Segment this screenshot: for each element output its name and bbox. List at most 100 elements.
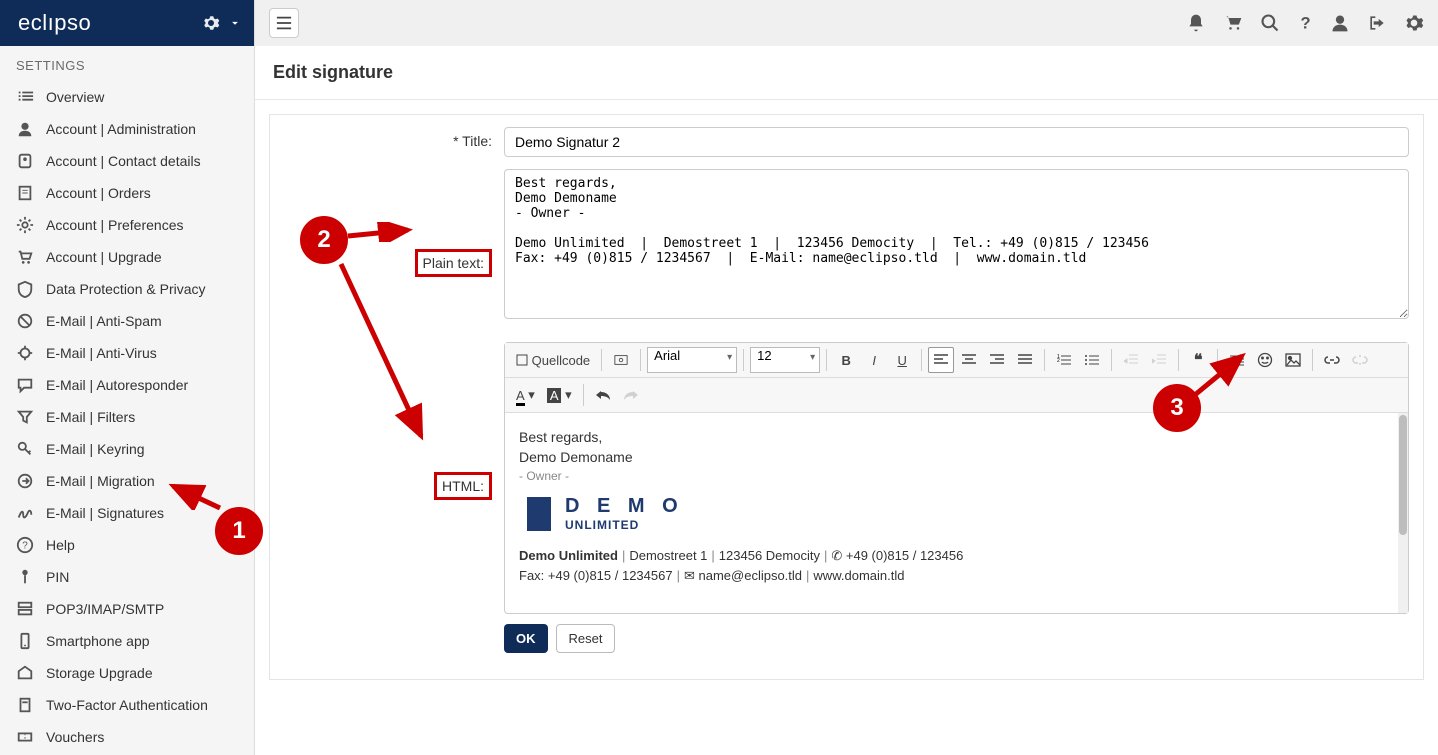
sidebar-item-7[interactable]: E-Mail | Anti-Spam	[0, 305, 254, 337]
indent-button[interactable]	[1146, 347, 1172, 373]
sidebar-item-label: Account | Contact details	[46, 153, 201, 169]
annotation-arrow-1	[165, 480, 225, 510]
search-icon[interactable]	[1260, 13, 1280, 33]
html-label: HTML:	[434, 472, 492, 500]
bg-color-button[interactable]: A ▾	[542, 382, 577, 408]
annotation-arrow-2	[346, 222, 416, 242]
sidebar-item-20[interactable]: Vouchers	[0, 721, 254, 753]
hamburger-icon	[276, 16, 292, 30]
annotation-arrow-3	[1192, 350, 1252, 400]
2fa-icon	[16, 696, 34, 714]
filter-icon	[16, 408, 34, 426]
image-button[interactable]	[1280, 347, 1306, 373]
svg-text:?: ?	[1301, 14, 1311, 32]
hamburger-button[interactable]	[269, 8, 299, 38]
sidebar-item-label: Data Protection & Privacy	[46, 281, 206, 297]
sig-logo: D E M O UNLIMITED	[527, 495, 1394, 532]
sidebar-item-15[interactable]: PIN	[0, 561, 254, 593]
cart-icon[interactable]	[1222, 13, 1244, 33]
sidebar-item-1[interactable]: Account | Administration	[0, 113, 254, 145]
align-right-button[interactable]	[984, 347, 1010, 373]
sidebar-item-18[interactable]: Storage Upgrade	[0, 657, 254, 689]
phone-icon	[16, 632, 34, 650]
sidebar-item-4[interactable]: Account | Preferences	[0, 209, 254, 241]
text-color-button[interactable]: A ▾	[511, 382, 540, 408]
plaintext-textarea[interactable]	[504, 169, 1409, 319]
sidebar-item-label: E-Mail | Anti-Virus	[46, 345, 157, 361]
logout-icon[interactable]	[1366, 13, 1388, 33]
sidebar-item-16[interactable]: POP3/IMAP/SMTP	[0, 593, 254, 625]
gear-icon[interactable]	[202, 14, 220, 32]
link-button[interactable]	[1319, 347, 1345, 373]
italic-button[interactable]: I	[861, 347, 887, 373]
virus-icon	[16, 344, 34, 362]
sidebar-item-3[interactable]: Account | Orders	[0, 177, 254, 209]
sidebar-item-label: E-Mail | Signatures	[46, 505, 164, 521]
sidebar-item-9[interactable]: E-Mail | Autoresponder	[0, 369, 254, 401]
bell-icon[interactable]	[1186, 13, 1206, 33]
gear-icon[interactable]	[1404, 13, 1424, 33]
sidebar-item-5[interactable]: Account | Upgrade	[0, 241, 254, 273]
chevron-down-icon[interactable]	[228, 16, 242, 30]
annotation-circle-3: 3	[1153, 384, 1201, 432]
orders-icon	[16, 184, 34, 202]
sidebar-item-2[interactable]: Account | Contact details	[0, 145, 254, 177]
topbar: ?	[255, 0, 1438, 46]
sig-greeting: Best regards,	[519, 429, 1394, 445]
sidebar-item-label: Help	[46, 537, 75, 553]
migrate-icon	[16, 472, 34, 490]
sidebar-item-label: PIN	[46, 569, 69, 585]
sidebar-item-17[interactable]: Smartphone app	[0, 625, 254, 657]
emoji-button[interactable]	[1252, 347, 1278, 373]
svg-text:2: 2	[1057, 358, 1060, 364]
underline-button[interactable]: U	[889, 347, 915, 373]
signature-icon	[16, 504, 34, 522]
sidebar-item-label: Overview	[46, 89, 104, 105]
bold-button[interactable]: B	[833, 347, 859, 373]
sidebar-item-8[interactable]: E-Mail | Anti-Virus	[0, 337, 254, 369]
sidebar-item-6[interactable]: Data Protection & Privacy	[0, 273, 254, 305]
sidebar-item-0[interactable]: Overview	[0, 81, 254, 113]
contact-icon	[16, 152, 34, 170]
sidebar-item-label: Account | Administration	[46, 121, 196, 137]
sidebar-item-19[interactable]: Two-Factor Authentication	[0, 689, 254, 721]
preview-button[interactable]	[608, 347, 634, 373]
sidebar-item-label: Two-Factor Authentication	[46, 697, 208, 713]
html-editor: Quellcode Arial 12 B I U	[504, 342, 1409, 614]
title-input[interactable]	[504, 127, 1409, 157]
sidebar-item-10[interactable]: E-Mail | Filters	[0, 401, 254, 433]
align-justify-button[interactable]	[1012, 347, 1038, 373]
sig-name: Demo Demoname	[519, 449, 1394, 465]
key-icon	[16, 440, 34, 458]
sidebar-item-label: Account | Preferences	[46, 217, 183, 233]
sidebar-item-11[interactable]: E-Mail | Keyring	[0, 433, 254, 465]
sidebar-item-label: Account | Upgrade	[46, 249, 162, 265]
undo-button[interactable]	[590, 382, 616, 408]
outdent-button[interactable]	[1118, 347, 1144, 373]
ok-button[interactable]: OK	[504, 624, 548, 653]
unordered-list-button[interactable]	[1079, 347, 1105, 373]
sidebar-item-label: Account | Orders	[46, 185, 151, 201]
list-icon	[16, 88, 34, 106]
user-icon[interactable]	[1330, 13, 1350, 33]
redo-button[interactable]	[618, 382, 644, 408]
sidebar-item-label: Vouchers	[46, 729, 104, 745]
align-left-button[interactable]	[928, 347, 954, 373]
font-size-select[interactable]: 12	[750, 347, 820, 373]
sidebar: eclıpso SETTINGS OverviewAccount | Admin…	[0, 0, 255, 755]
align-center-button[interactable]	[956, 347, 982, 373]
help-icon[interactable]: ?	[1296, 13, 1314, 33]
annotation-circle-2: 2	[300, 216, 348, 264]
scrollbar-thumb[interactable]	[1399, 415, 1407, 535]
annotation-arrow-2b	[335, 258, 435, 448]
editor-body[interactable]: Best regards, Demo Demoname - Owner - D …	[505, 413, 1408, 613]
ordered-list-button[interactable]: 12	[1051, 347, 1077, 373]
pin-icon	[16, 568, 34, 586]
unlink-button[interactable]	[1347, 347, 1373, 373]
font-family-select[interactable]: Arial	[647, 347, 737, 373]
chat-icon	[16, 376, 34, 394]
reset-button[interactable]: Reset	[556, 624, 616, 653]
source-button[interactable]: Quellcode	[511, 347, 595, 373]
sig-address-line1: Demo Unlimited|Demostreet 1|123456 Democ…	[519, 548, 1394, 564]
svg-text:?: ?	[22, 541, 28, 552]
